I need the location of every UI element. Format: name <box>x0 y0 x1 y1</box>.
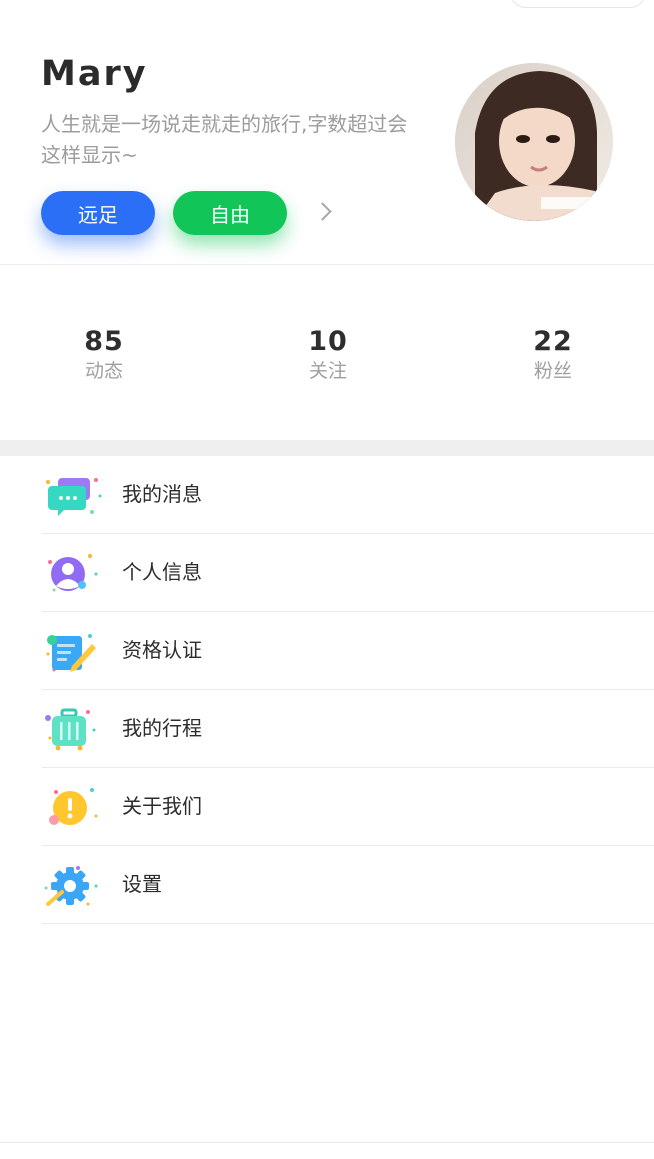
bottom-divider <box>0 1142 654 1143</box>
menu-item-itinerary[interactable]: 我的行程 <box>42 690 654 768</box>
certificate-icon <box>46 634 96 672</box>
avatar[interactable] <box>455 63 613 221</box>
stat-followers-value: 22 <box>533 326 573 357</box>
chevron-right-icon[interactable] <box>313 202 332 221</box>
menu-item-messages[interactable]: 我的消息 <box>42 456 654 534</box>
menu-item-settings[interactable]: 设置 <box>42 846 654 924</box>
menu-label-about: 关于我们 <box>122 794 202 818</box>
user-avatar-photo <box>455 63 613 221</box>
person-icon <box>48 554 98 592</box>
menu-list: 我的消息 个人信息 资格认证 我的行程 关于我们 设置 <box>0 456 654 924</box>
message-icon <box>46 478 102 516</box>
stats-row: 85 动态 10 关注 22 粉丝 <box>0 300 654 410</box>
info-icon <box>49 788 98 825</box>
luggage-icon <box>45 708 96 751</box>
stat-posts-label: 动态 <box>84 360 123 382</box>
section-divider <box>0 264 654 265</box>
menu-item-profile[interactable]: 个人信息 <box>42 534 654 612</box>
menu-item-about[interactable]: 关于我们 <box>42 768 654 846</box>
user-name: Mary <box>41 54 148 94</box>
menu-item-certification[interactable]: 资格认证 <box>42 612 654 690</box>
profile-header: Mary 人生就是一场说走就走的旅行,字数超过会这样显示~ 远足 自由 <box>0 0 654 264</box>
stat-following[interactable]: 10 关注 <box>258 326 398 384</box>
stat-posts[interactable]: 85 动态 <box>34 326 174 384</box>
stat-followers-label: 粉丝 <box>533 360 572 382</box>
stat-following-label: 关注 <box>308 360 347 382</box>
menu-label-messages: 我的消息 <box>122 482 202 506</box>
menu-label-certification: 资格认证 <box>122 638 202 662</box>
menu-label-itinerary: 我的行程 <box>122 716 202 740</box>
section-separator <box>0 440 654 456</box>
user-bio: 人生就是一场说走就走的旅行,字数超过会这样显示~ <box>41 112 408 167</box>
stat-following-value: 10 <box>308 326 348 357</box>
menu-label-profile: 个人信息 <box>122 560 202 584</box>
stat-posts-value: 85 <box>84 326 124 357</box>
gear-icon <box>44 866 98 906</box>
tag-hiking[interactable]: 远足 <box>41 191 155 235</box>
tag-freedom[interactable]: 自由 <box>173 191 287 235</box>
menu-label-settings: 设置 <box>122 872 162 896</box>
stat-followers[interactable]: 22 粉丝 <box>483 326 623 384</box>
